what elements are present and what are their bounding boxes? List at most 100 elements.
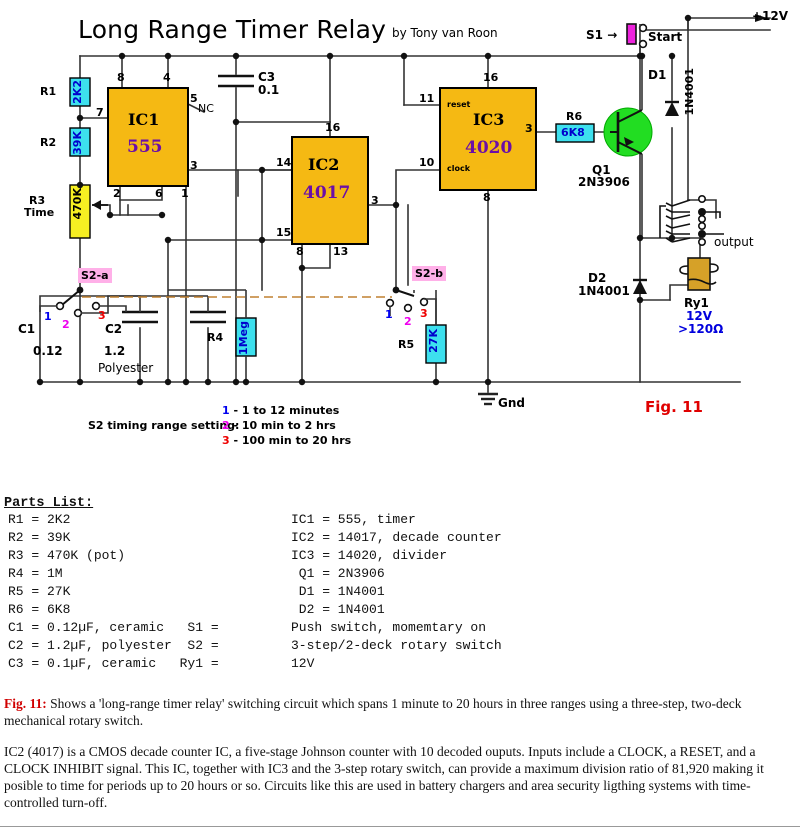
timing-range-1-text: - 1 to 12 minutes	[233, 404, 340, 417]
c3-value: 0.1	[258, 83, 280, 97]
s2b-tag: S2-b	[412, 266, 447, 281]
parts-list-cell-right: D2 = 1N4001	[291, 602, 385, 617]
relay-coil-spec: >120Ω	[678, 322, 724, 336]
figure-caption: Fig. 11: Shows a 'long-range timer relay…	[4, 695, 796, 825]
c2-value: 1.2	[104, 344, 126, 358]
d1-ref: D1	[648, 68, 667, 82]
parts-list-row: R1 = 2K2 IC1 = 555, timer	[0, 511, 800, 529]
c2-note: Polyester	[98, 361, 154, 375]
ic1-pin-8: 8	[117, 71, 125, 84]
parts-list-cell-left: R2 = 39K	[8, 530, 71, 545]
r2-ref: R2	[40, 136, 57, 149]
d2-part: 1N4001	[578, 284, 630, 298]
s1-arrow-icon: →	[607, 28, 618, 42]
page-title: Long Range Timer Relay	[78, 15, 387, 44]
ic1-part: 555	[127, 137, 163, 157]
wire-pin3-out	[187, 169, 239, 197]
parts-list-row: C1 = 0.12µF, ceramic S1 = Push switch, m…	[0, 619, 800, 637]
s2a-pos-3: 3	[98, 309, 106, 322]
parts-list-cell-left: R5 = 27K	[8, 584, 71, 599]
page-root: Long Range Timer Relay by Tony van Roon …	[0, 0, 800, 830]
ic3-pin-11: 11	[419, 92, 435, 105]
ic3-ref: IC3	[473, 110, 505, 129]
power-rail-label: +12V	[752, 9, 789, 23]
wire-ic2-8-13	[301, 243, 331, 269]
parts-list-cell-right: 12V	[291, 656, 315, 671]
ic3-clock-label: clock	[447, 164, 471, 173]
c3-symbol	[218, 74, 254, 88]
caption-paragraph-2: IC2 (4017) is a CMOS decade counter IC, …	[4, 744, 764, 810]
parts-list-cell-right: 3-step/2-deck rotary switch	[291, 638, 502, 653]
parts-list-row: R3 = 470K (pot) IC3 = 14020, divider	[0, 547, 800, 565]
r3-sub-label: Time	[24, 206, 55, 219]
ic1-pin-6: 6	[155, 187, 163, 200]
timing-range-3: 3 - 100 min to 20 hrs	[222, 434, 351, 447]
s1-ref: S1	[586, 28, 603, 42]
r5-value: 27K	[427, 329, 440, 353]
s1-ref-label: S1 →	[586, 28, 617, 42]
parts-list-cell-left: R6 = 6K8	[8, 602, 71, 617]
ic2-ref: IC2	[308, 155, 340, 174]
timing-range-2: 2 - 10 min to 2 hrs	[222, 419, 336, 432]
figure-label: Fig. 11	[645, 398, 703, 416]
r1-ref: R1	[40, 85, 57, 98]
timing-range-1-num: 1	[222, 404, 230, 417]
r2-value: 39K	[71, 131, 84, 155]
parts-list-cell-right: IC2 = 14017, decade counter	[291, 530, 502, 545]
timing-range-2-text: - 10 min to 2 hrs	[233, 419, 336, 432]
timing-range-3-text: - 100 min to 20 hrs	[233, 434, 352, 447]
ic2-pin-3: 3	[371, 194, 379, 207]
relay-ref: Ry1	[684, 296, 709, 310]
q1-part: 2N3906	[578, 175, 630, 189]
s2a-tag: S2-a	[78, 268, 112, 283]
parts-list-row: R5 = 27K D1 = 1N4001	[0, 583, 800, 601]
timing-range-1: 1 - 1 to 12 minutes	[222, 404, 339, 417]
r4-ref: R4	[207, 331, 224, 344]
circuit-schematic: Long Range Timer Relay by Tony van Roon …	[0, 0, 800, 470]
c1-ref: C1	[18, 322, 36, 336]
r4-value: 1Meg	[237, 321, 250, 355]
ic2-pin-16: 16	[325, 121, 341, 134]
parts-list-cell-left: C1 = 0.12µF, ceramic S1 =	[8, 620, 227, 635]
ic1-pin-3: 3	[190, 159, 198, 172]
ic1-pin5-nc-label: NC	[198, 102, 214, 115]
d2-ref: D2	[588, 271, 607, 285]
ic2-pin-15: 15	[276, 226, 292, 239]
parts-list-cell-right: Push switch, momemtary on	[291, 620, 487, 635]
byline: by Tony van Roon	[392, 26, 498, 40]
parts-list-cell-left: R3 = 470K (pot)	[8, 548, 126, 563]
parts-list-cell-left: R1 = 2K2	[8, 512, 71, 527]
parts-list-heading: Parts List:	[4, 496, 94, 511]
r3-value: 470K	[71, 188, 84, 220]
ic2-pin-14: 14	[276, 156, 292, 169]
wire-ic3-clock	[395, 169, 441, 206]
s2b-pos-2: 2	[404, 315, 412, 328]
parts-list-row: R6 = 6K8 D2 = 1N4001	[0, 601, 800, 619]
ic1-pin-4: 4	[163, 71, 171, 84]
ic1-pin-1: 1	[181, 187, 189, 200]
parts-list-row: C2 = 1.2µF, polyester S2 = 3-step/2-deck…	[0, 637, 800, 655]
c3-ref: C3	[258, 70, 276, 84]
r6-ref: R6	[566, 110, 583, 123]
s2a-pos-1: 1	[44, 310, 52, 323]
parts-list-row: R4 = 1M Q1 = 2N3906	[0, 565, 800, 583]
bottom-divider	[0, 826, 800, 827]
ic2-pin-13: 13	[333, 245, 349, 258]
s2a-pos-2: 2	[62, 318, 70, 331]
q1-transistor-symbol	[603, 104, 653, 160]
parts-list-cell-right: IC3 = 14020, divider	[291, 548, 448, 563]
ic3-part: 4020	[465, 138, 513, 158]
r6-value: 6K8	[561, 126, 585, 139]
parts-list-row: C3 = 0.1µF, ceramic Ry1 = 12V	[0, 655, 800, 673]
ic1-pin-5: 5	[190, 92, 198, 105]
ic3-pin-10: 10	[419, 156, 435, 169]
ic2-pin-8: 8	[296, 245, 304, 258]
ic2-part: 4017	[303, 183, 351, 203]
c2-ref: C2	[105, 322, 123, 336]
parts-list-cell-right: IC1 = 555, timer	[291, 512, 416, 527]
ground-label: Gnd	[498, 396, 525, 410]
ic3-pin-3: 3	[525, 122, 533, 135]
ic3-reset-label: reset	[447, 100, 471, 109]
s1-pushbutton-symbol[interactable]	[626, 23, 648, 56]
parts-list-cell-left: C2 = 1.2µF, polyester S2 =	[8, 638, 227, 653]
